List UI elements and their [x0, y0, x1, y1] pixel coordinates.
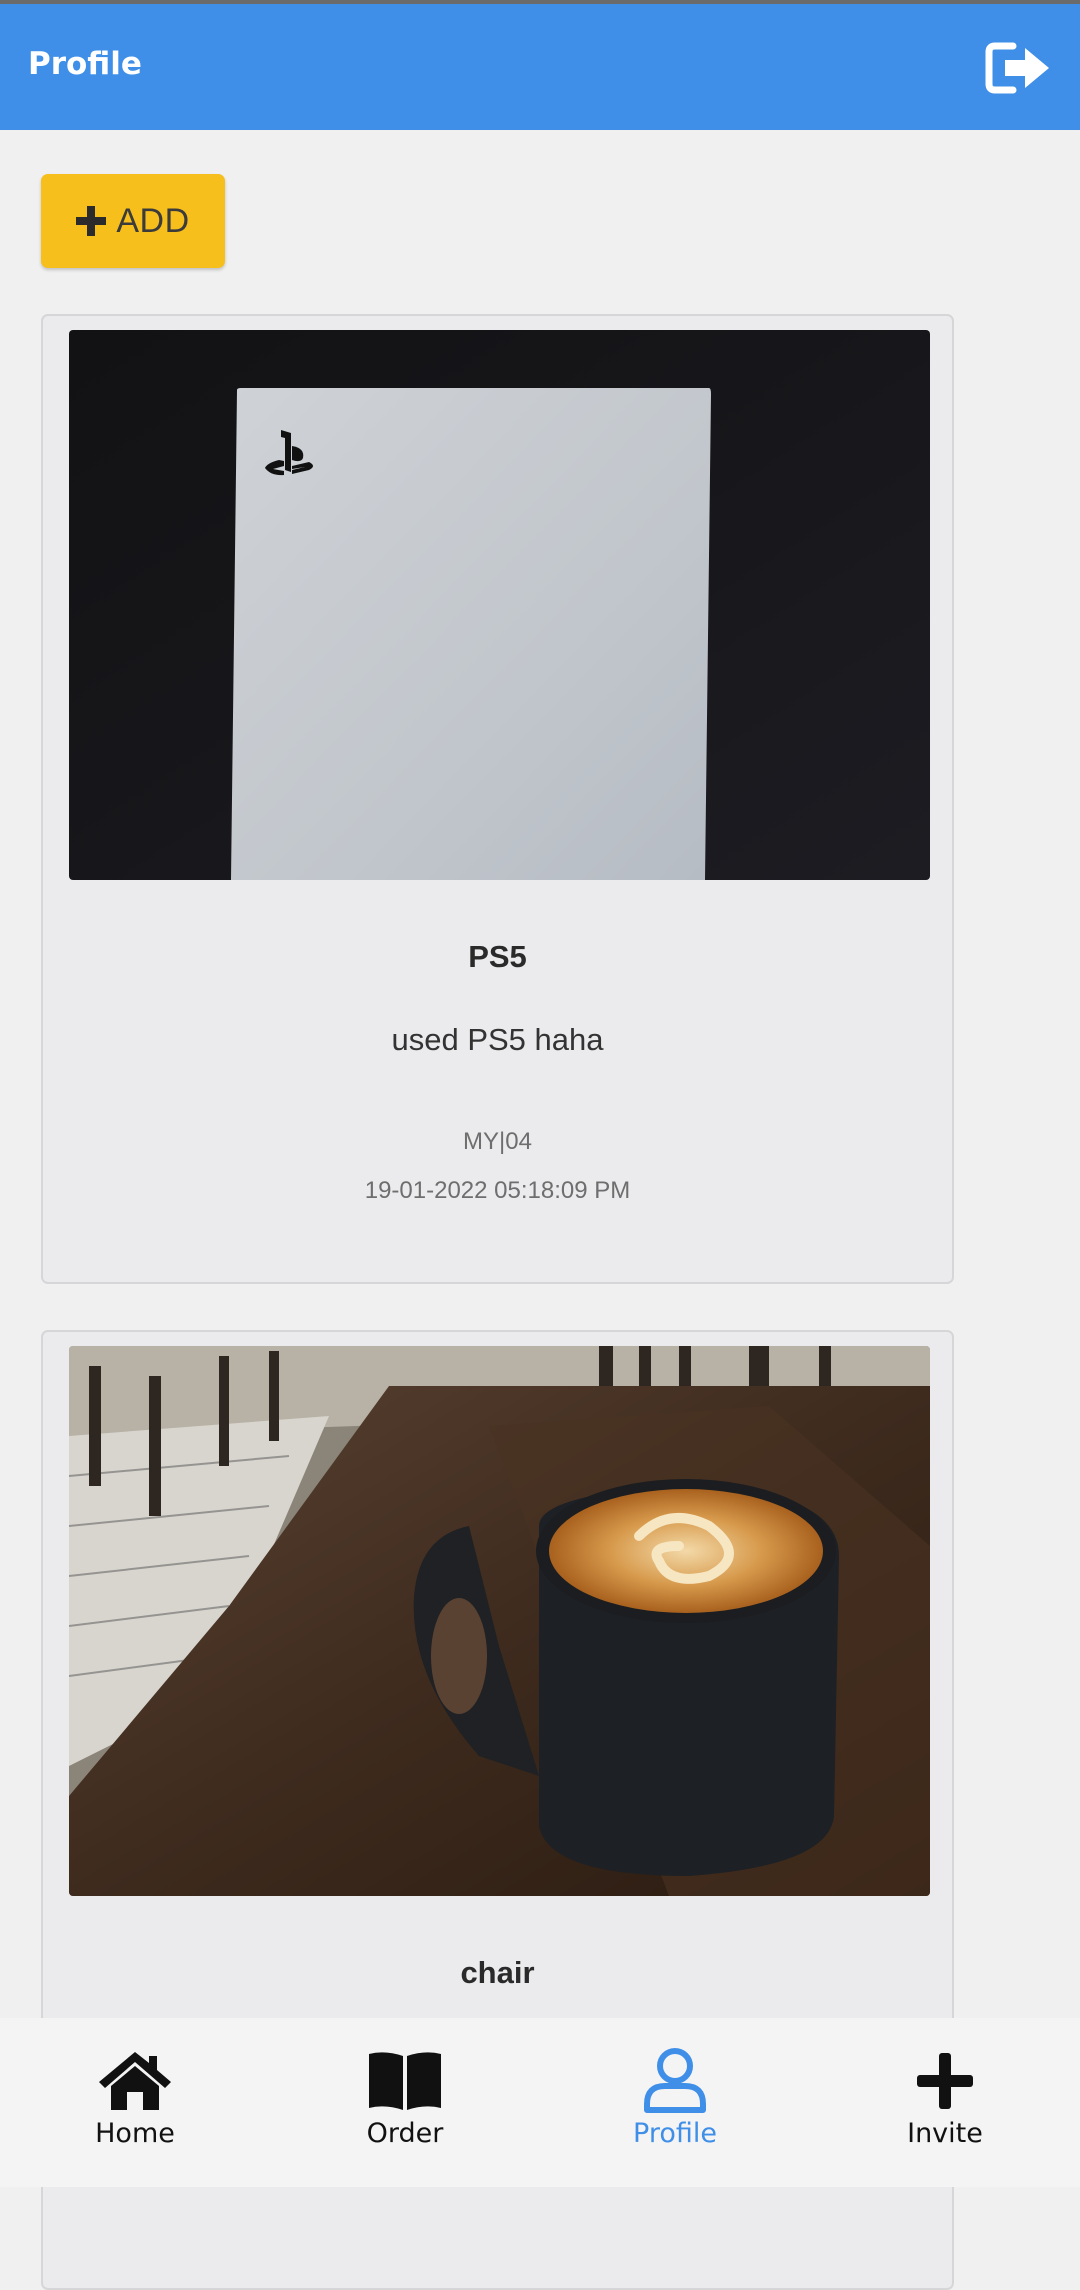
nav-item-home[interactable]: Home — [0, 2018, 270, 2187]
app-bar: Profile — [0, 4, 1080, 130]
nav-item-order[interactable]: Order — [270, 2018, 540, 2187]
post-title: PS5 — [468, 939, 527, 974]
plus-icon — [76, 206, 107, 236]
post-card[interactable]: PS5 used PS5 haha MY|04 19-01-2022 05:18… — [41, 314, 954, 1284]
book-icon — [367, 2048, 443, 2114]
nav-label-order: Order — [366, 2118, 444, 2149]
nav-item-profile[interactable]: Profile — [540, 2018, 810, 2187]
add-button[interactable]: ADD — [41, 174, 225, 268]
logout-icon[interactable] — [985, 40, 1053, 96]
nav-label-invite: Invite — [907, 2118, 983, 2149]
bottom-navigation: Home Order Profile Invite — [0, 2018, 1080, 2187]
post-description: used PS5 haha — [391, 1022, 604, 1057]
nav-item-invite[interactable]: Invite — [810, 2018, 1080, 2187]
nav-label-home: Home — [95, 2118, 175, 2149]
page-title: Profile — [28, 46, 142, 82]
ps5-console-photo — [69, 330, 930, 880]
user-icon — [637, 2048, 713, 2114]
coffee-mug-photo — [69, 1346, 930, 1896]
post-title: chair — [460, 1955, 535, 1990]
add-button-label: ADD — [116, 201, 190, 240]
home-icon — [97, 2048, 173, 2114]
plus-icon — [907, 2048, 983, 2114]
post-date: 19-01-2022 05:18:09 PM — [364, 1177, 631, 1204]
nav-label-profile: Profile — [633, 2118, 717, 2149]
post-location: MY|04 — [463, 1128, 532, 1155]
